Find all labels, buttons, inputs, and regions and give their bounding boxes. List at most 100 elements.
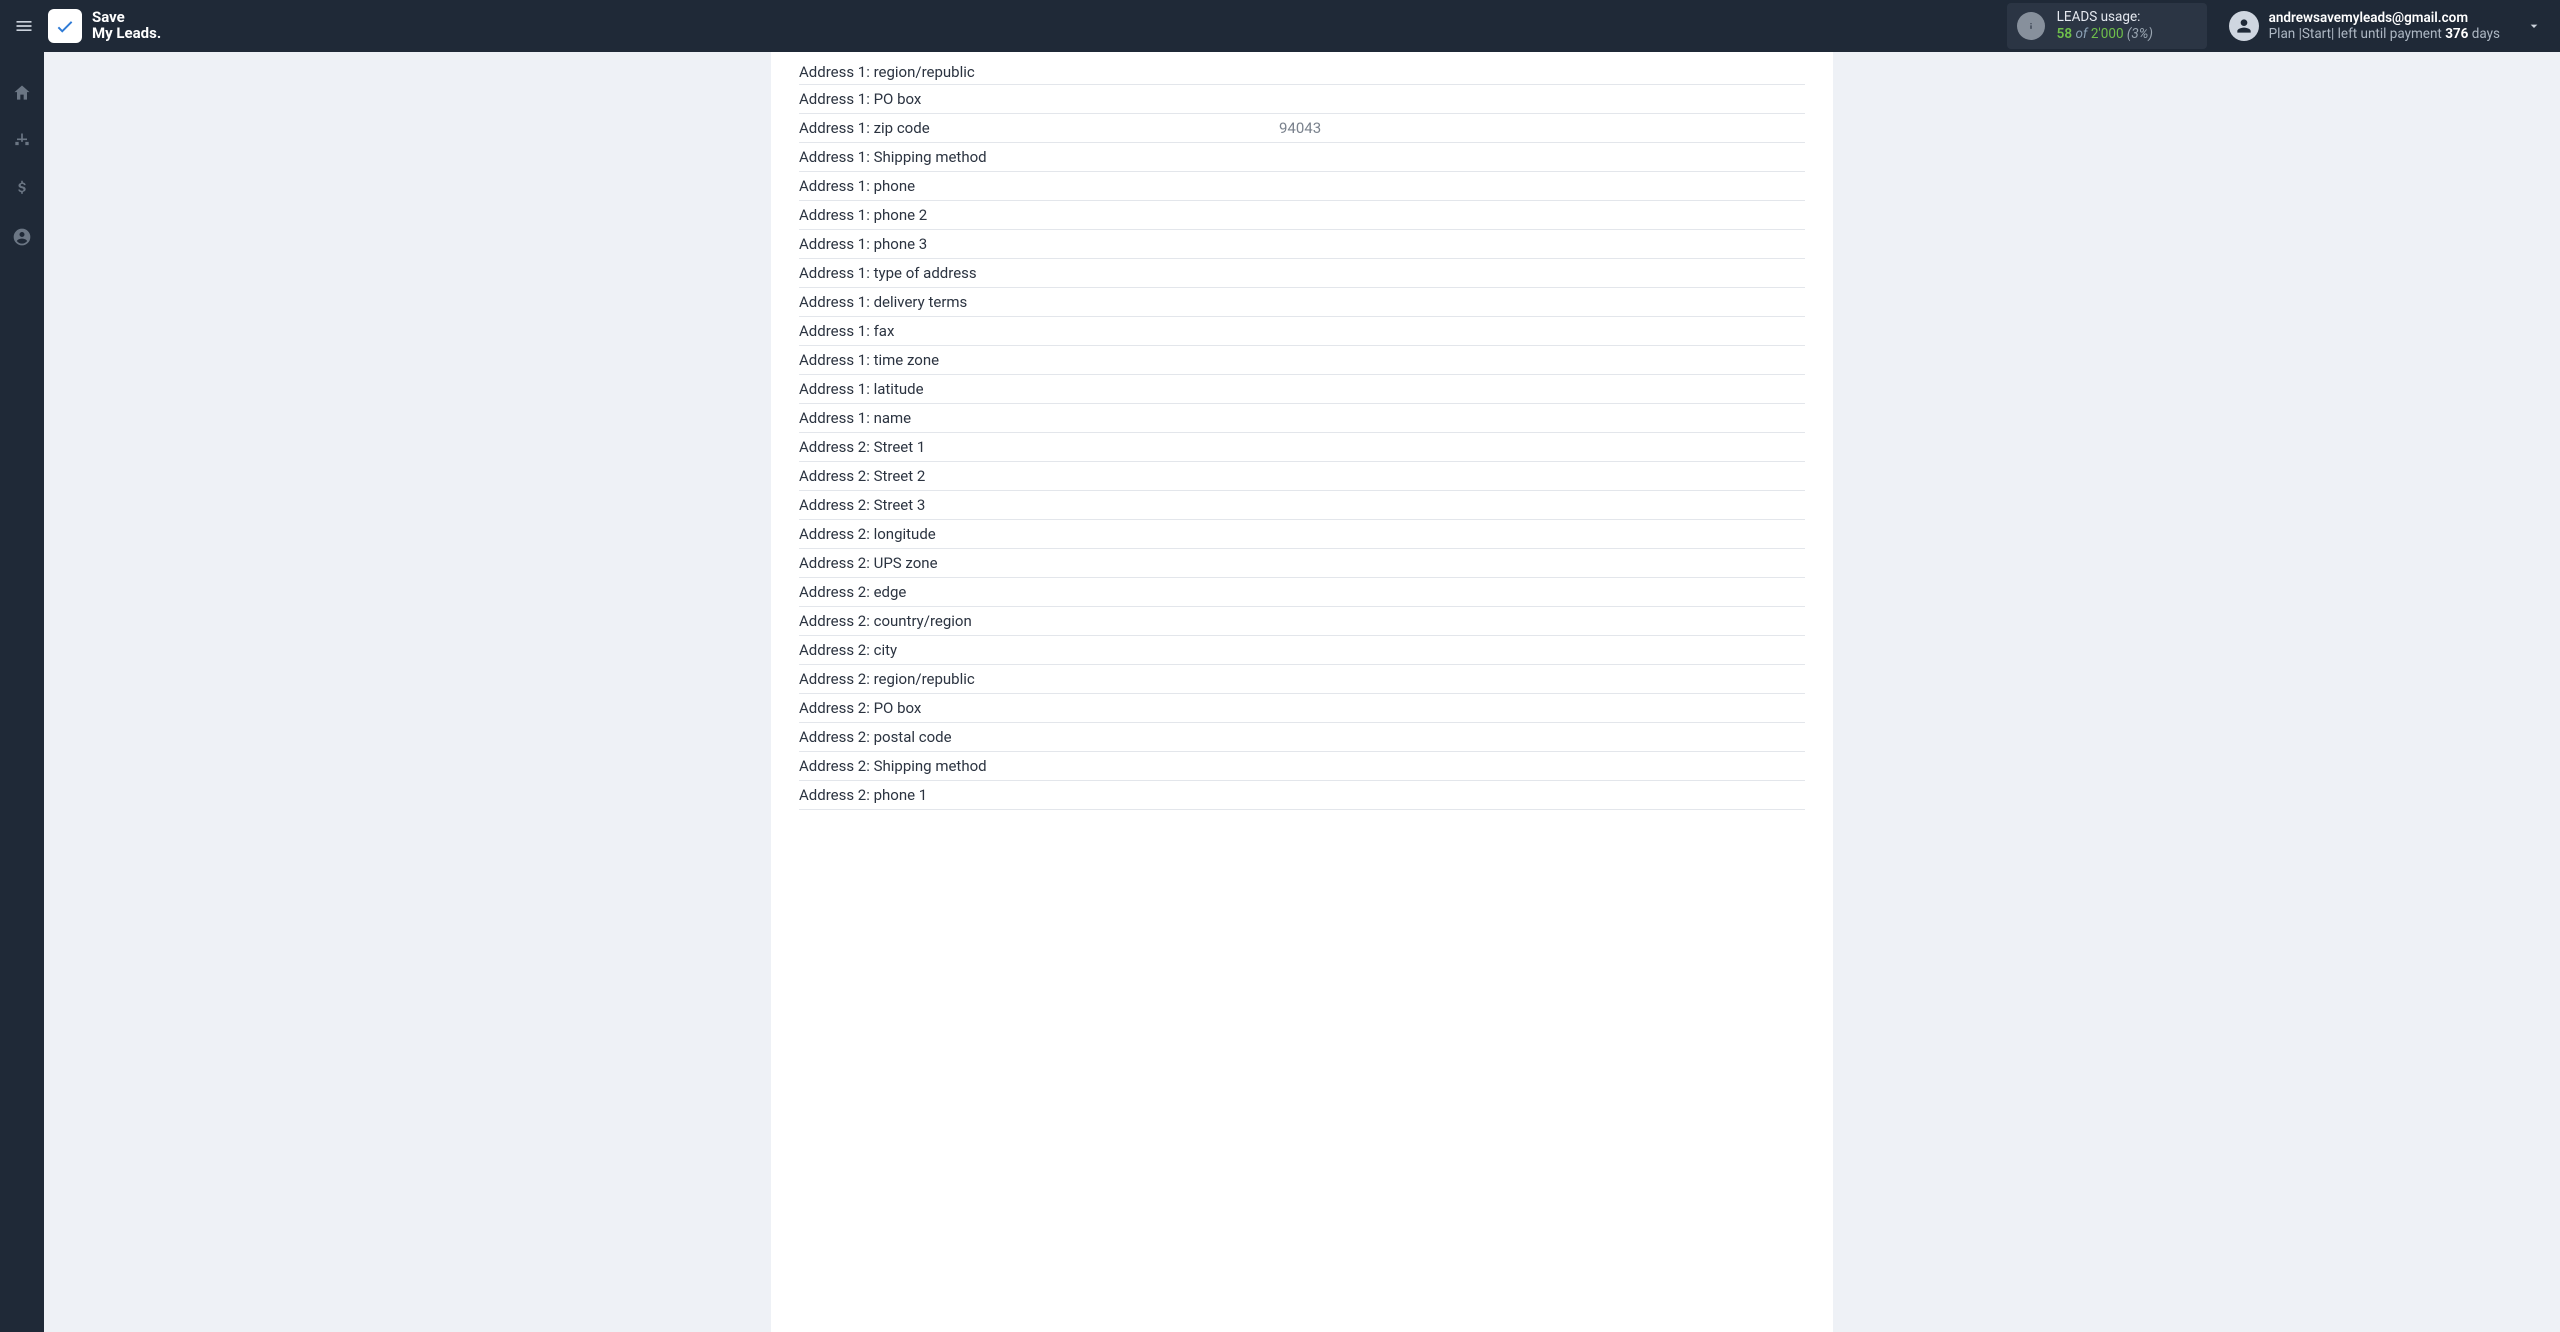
content-scroll-area[interactable]: Address 1: region/republic Address 1: PO … xyxy=(44,52,2560,1332)
field-label: Address 2: Street 3 xyxy=(799,493,1279,517)
usage-numbers: 58 of 2'000 (3%) xyxy=(2057,26,2153,43)
field-value xyxy=(1279,531,1805,537)
field-label: Address 2: UPS zone xyxy=(799,551,1279,575)
logo[interactable] xyxy=(48,9,82,43)
checkmark-icon xyxy=(54,15,76,37)
menu-toggle-button[interactable] xyxy=(8,10,40,42)
nav-connections[interactable] xyxy=(9,128,35,154)
field-value xyxy=(1279,96,1805,102)
field-row[interactable]: Address 2: phone 1 xyxy=(799,781,1805,810)
field-label: Address 1: latitude xyxy=(799,377,1279,401)
field-row[interactable]: Address 2: Shipping method xyxy=(799,752,1805,781)
field-value xyxy=(1279,618,1805,624)
field-value xyxy=(1279,589,1805,595)
field-row[interactable]: Address 1: delivery terms xyxy=(799,288,1805,317)
field-value xyxy=(1279,328,1805,334)
user-circle-icon xyxy=(12,227,32,247)
nav-account[interactable] xyxy=(9,224,35,250)
nav-home[interactable] xyxy=(9,80,35,106)
field-row[interactable]: Address 1: type of address xyxy=(799,259,1805,288)
field-row[interactable]: Address 2: PO box xyxy=(799,694,1805,723)
field-value: 94043 xyxy=(1279,116,1805,140)
field-label: Address 2: region/republic xyxy=(799,667,1279,691)
field-value xyxy=(1279,560,1805,566)
field-label: Address 1: time zone xyxy=(799,348,1279,372)
field-value xyxy=(1279,792,1805,798)
field-value xyxy=(1279,502,1805,508)
sidenav xyxy=(0,52,44,1332)
account-plan: Plan |Start| left until payment 376 days xyxy=(2269,26,2500,42)
topbar: Save My Leads LEADS usage: 58 of 2'000 (… xyxy=(0,0,2560,52)
field-row[interactable]: Address 2: longitude xyxy=(799,520,1805,549)
field-value xyxy=(1279,299,1805,305)
field-value xyxy=(1279,241,1805,247)
field-value xyxy=(1279,473,1805,479)
dollar-icon xyxy=(12,179,32,199)
field-row[interactable]: Address 1: name xyxy=(799,404,1805,433)
field-value xyxy=(1279,676,1805,682)
field-label: Address 2: edge xyxy=(799,580,1279,604)
field-value xyxy=(1279,357,1805,363)
field-label: Address 2: Street 2 xyxy=(799,464,1279,488)
field-label: Address 1: PO box xyxy=(799,87,1279,111)
brand-name: Save My Leads xyxy=(92,10,161,42)
info-icon xyxy=(2017,12,2045,40)
field-label: Address 2: Shipping method xyxy=(799,754,1279,778)
field-value xyxy=(1279,270,1805,276)
field-row[interactable]: Address 1: Shipping method xyxy=(799,143,1805,172)
account-dropdown-toggle[interactable] xyxy=(2522,14,2546,38)
field-label: Address 1: name xyxy=(799,406,1279,430)
field-row[interactable]: Address 2: city xyxy=(799,636,1805,665)
account-box[interactable]: andrewsavemyleads@gmail.com Plan |Start|… xyxy=(2229,10,2500,42)
chevron-down-icon xyxy=(2526,18,2542,34)
field-row[interactable]: Address 2: Street 3 xyxy=(799,491,1805,520)
field-label: Address 1: zip code xyxy=(799,116,1279,140)
field-value xyxy=(1279,183,1805,189)
field-row[interactable]: Address 1: fax xyxy=(799,317,1805,346)
field-row[interactable]: Address 1: zip code94043 xyxy=(799,114,1805,143)
field-label: Address 2: PO box xyxy=(799,696,1279,720)
brand-line2: My Leads xyxy=(92,26,161,42)
field-row[interactable]: Address 2: region/republic xyxy=(799,665,1805,694)
field-label: Address 1: phone 2 xyxy=(799,203,1279,227)
field-label: Address 1: phone xyxy=(799,174,1279,198)
field-row[interactable]: Address 2: Street 2 xyxy=(799,462,1805,491)
field-label: Address 1: fax xyxy=(799,319,1279,343)
field-row[interactable]: Address 1: latitude xyxy=(799,375,1805,404)
field-row[interactable]: Address 1: region/republic xyxy=(799,52,1805,85)
field-value xyxy=(1279,734,1805,740)
field-label: Address 1: type of address xyxy=(799,261,1279,285)
field-label: Address 1: region/republic xyxy=(799,60,1279,84)
field-value xyxy=(1279,647,1805,653)
field-row[interactable]: Address 2: UPS zone xyxy=(799,549,1805,578)
field-row[interactable]: Address 1: phone 3 xyxy=(799,230,1805,259)
field-row[interactable]: Address 1: time zone xyxy=(799,346,1805,375)
field-row[interactable]: Address 1: PO box xyxy=(799,85,1805,114)
hamburger-icon xyxy=(14,16,34,36)
usage-text: LEADS usage: 58 of 2'000 (3%) xyxy=(2057,9,2153,43)
field-label: Address 2: country/region xyxy=(799,609,1279,633)
field-row[interactable]: Address 2: country/region xyxy=(799,607,1805,636)
field-value xyxy=(1279,69,1805,75)
usage-label: LEADS usage: xyxy=(2057,9,2153,26)
field-value xyxy=(1279,212,1805,218)
field-label: Address 1: delivery terms xyxy=(799,290,1279,314)
field-value xyxy=(1279,763,1805,769)
field-value xyxy=(1279,386,1805,392)
field-row[interactable]: Address 2: postal code xyxy=(799,723,1805,752)
field-label: Address 2: Street 1 xyxy=(799,435,1279,459)
account-email: andrewsavemyleads@gmail.com xyxy=(2269,10,2500,26)
field-label: Address 2: postal code xyxy=(799,725,1279,749)
field-row[interactable]: Address 2: Street 1 xyxy=(799,433,1805,462)
field-label: Address 2: longitude xyxy=(799,522,1279,546)
nav-billing[interactable] xyxy=(9,176,35,202)
field-label: Address 2: phone 1 xyxy=(799,783,1279,807)
avatar xyxy=(2229,11,2259,41)
leads-usage-box: LEADS usage: 58 of 2'000 (3%) xyxy=(2007,3,2207,49)
field-row[interactable]: Address 2: edge xyxy=(799,578,1805,607)
field-row[interactable]: Address 1: phone 2 xyxy=(799,201,1805,230)
field-value xyxy=(1279,444,1805,450)
field-row[interactable]: Address 1: phone xyxy=(799,172,1805,201)
field-label: Address 2: city xyxy=(799,638,1279,662)
field-value xyxy=(1279,705,1805,711)
